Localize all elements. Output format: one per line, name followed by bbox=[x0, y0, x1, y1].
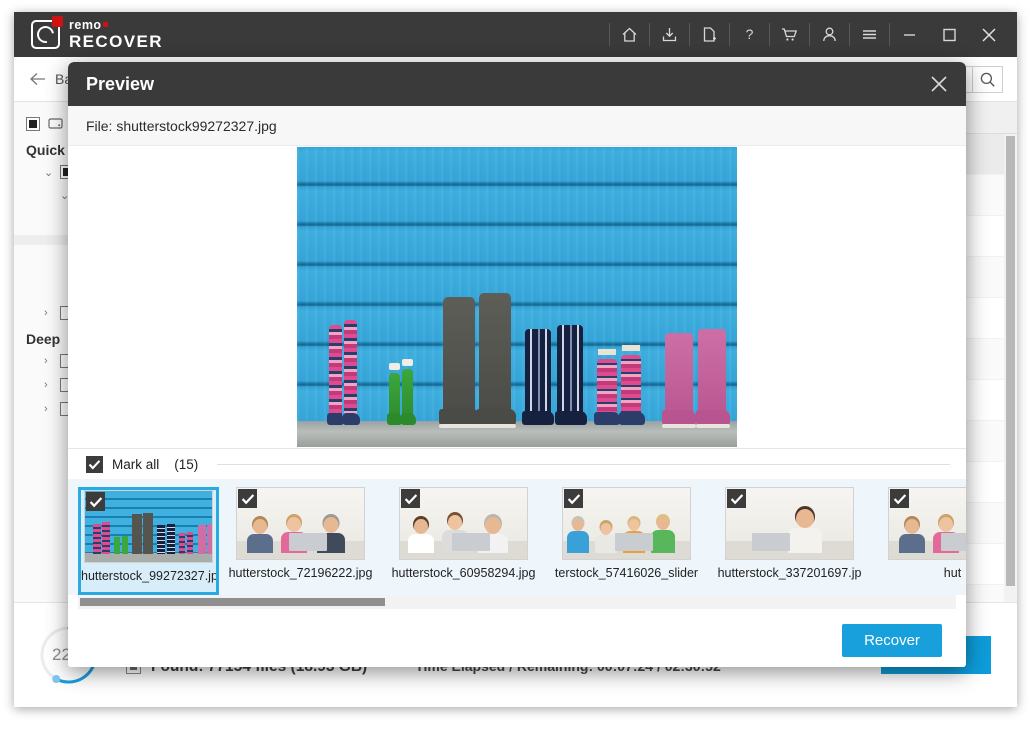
thumbnail-item[interactable]: hutterstock_60958294.jpg bbox=[382, 487, 545, 595]
chevron-right-icon[interactable]: › bbox=[44, 355, 54, 367]
thumbnail-caption: hutterstock_72196222.jpg bbox=[229, 566, 373, 580]
preview-image-stage bbox=[68, 146, 966, 448]
mark-all-row[interactable]: Mark all (15) bbox=[68, 449, 966, 479]
screen-root: remo RECOVER ? bbox=[0, 0, 1031, 731]
mark-all-checkbox[interactable] bbox=[86, 456, 103, 473]
app-logo: remo RECOVER bbox=[14, 19, 163, 51]
checkbox-icon[interactable] bbox=[26, 117, 40, 131]
chevron-right-icon[interactable]: › bbox=[44, 403, 54, 415]
thumbnail-item[interactable]: terstock_57416026_slider bbox=[545, 487, 708, 595]
chevron-down-icon[interactable]: ⌄ bbox=[44, 166, 54, 179]
preview-dialog-title: Preview bbox=[68, 74, 154, 95]
vertical-scrollbar[interactable] bbox=[1004, 134, 1017, 648]
thumbnail-checkbox[interactable] bbox=[238, 489, 257, 508]
thumbnail-caption: hutterstock_337201697.jp bbox=[718, 566, 862, 580]
cart-icon[interactable] bbox=[769, 12, 809, 57]
preview-dialog-footer: Recover bbox=[68, 609, 966, 667]
thumbnail-checkbox[interactable] bbox=[86, 492, 105, 511]
recover-button-dialog[interactable]: Recover bbox=[842, 624, 942, 657]
thumbnail-list[interactable]: hutterstock_99272327.jpg hutterstock_7219… bbox=[68, 479, 966, 595]
titlebar-icon-group: ? bbox=[609, 12, 1017, 57]
thumbnail-strip-panel: Mark all (15) hutterstock_99272327.jpghu… bbox=[68, 448, 966, 609]
search-icon[interactable] bbox=[972, 67, 1002, 92]
chevron-right-icon[interactable]: › bbox=[44, 379, 54, 391]
remo-logo-icon bbox=[31, 20, 60, 49]
thumbnail-scrollbar[interactable] bbox=[78, 595, 956, 609]
thumbnail-checkbox[interactable] bbox=[890, 489, 909, 508]
title-bar: remo RECOVER ? bbox=[14, 12, 1017, 57]
help-icon[interactable]: ? bbox=[729, 12, 769, 57]
svg-text:?: ? bbox=[745, 26, 753, 42]
thumbnail-checkbox[interactable] bbox=[564, 489, 583, 508]
thumbnail-caption: terstock_57416026_slider bbox=[555, 566, 698, 580]
user-icon[interactable] bbox=[809, 12, 849, 57]
thumbnail-item[interactable]: hutterstock_99272327.jpg bbox=[78, 487, 219, 595]
preview-image[interactable] bbox=[297, 147, 737, 447]
drive-icon bbox=[48, 117, 63, 131]
thumbnail-item[interactable]: hut bbox=[871, 487, 966, 595]
close-icon[interactable] bbox=[969, 12, 1009, 57]
thumbnail-item[interactable]: hutterstock_337201697.jp bbox=[708, 487, 871, 595]
home-icon[interactable] bbox=[609, 12, 649, 57]
thumbnail-caption: hutterstock_60958294.jpg bbox=[392, 566, 536, 580]
thumbnail-checkbox[interactable] bbox=[727, 489, 746, 508]
thumbnail-caption: hutterstock_99272327.jpg bbox=[81, 569, 216, 583]
mark-all-count: (15) bbox=[174, 457, 198, 472]
chevron-right-icon[interactable]: › bbox=[44, 307, 54, 319]
preview-file-label: File: shutterstock99272327.jpg bbox=[68, 106, 966, 146]
preview-dialog-header: Preview bbox=[68, 62, 966, 106]
logo-text-top: remo bbox=[69, 18, 102, 32]
thumbnail-item[interactable]: hutterstock_72196222.jpg bbox=[219, 487, 382, 595]
divider bbox=[217, 464, 950, 465]
thumbnail-caption: hut bbox=[944, 566, 961, 580]
menu-icon[interactable] bbox=[849, 12, 889, 57]
mark-all-label: Mark all bbox=[112, 457, 159, 472]
new-file-icon[interactable] bbox=[689, 12, 729, 57]
logo-text-bottom: RECOVER bbox=[69, 33, 163, 50]
download-icon[interactable] bbox=[649, 12, 689, 57]
arrow-left-icon bbox=[29, 72, 47, 86]
maximize-icon[interactable] bbox=[929, 12, 969, 57]
preview-dialog: Preview File: shutterstock99272327.jpg bbox=[68, 62, 966, 667]
close-icon[interactable] bbox=[912, 62, 966, 106]
minimize-icon[interactable] bbox=[889, 12, 929, 57]
thumbnail-checkbox[interactable] bbox=[401, 489, 420, 508]
